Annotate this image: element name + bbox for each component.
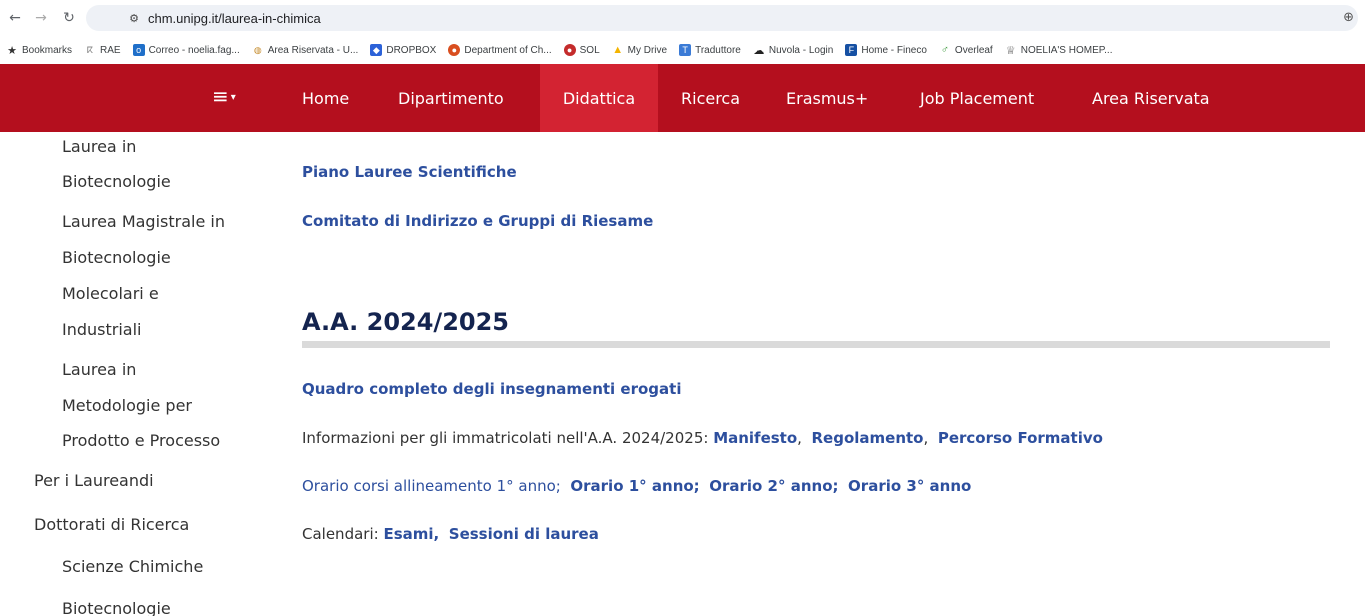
- bookmark-item[interactable]: ♕ NOELIA'S HOMEP...: [1005, 44, 1113, 57]
- outlook-icon: o: [132, 44, 145, 56]
- sidebar-item-magistrale-biotecnologie[interactable]: Biotecnologie: [62, 248, 171, 268]
- link-orario-3-anno[interactable]: Orario 3° anno: [848, 477, 971, 495]
- sidebar-item-laureandi[interactable]: Per i Laureandi: [34, 471, 154, 491]
- bookmark-label: My Drive: [627, 44, 668, 56]
- bookmark-item[interactable]: T Traduttore: [679, 44, 741, 56]
- link-sessioni-laurea[interactable]: Sessioni di laurea: [449, 525, 599, 543]
- separator: ,: [797, 429, 802, 447]
- address-bar[interactable]: ⚙ chm.unipg.it/laurea-in-chimica ⊕: [86, 5, 1358, 31]
- back-arrow-icon[interactable]: ←: [4, 7, 26, 29]
- browser-toolbar: ← → ↻ ⚙ chm.unipg.it/laurea-in-chimica ⊕: [0, 0, 1365, 36]
- sidebar-item-laurea-biotecnologie[interactable]: Biotecnologie: [62, 172, 171, 192]
- site-settings-icon[interactable]: ⚙: [126, 10, 142, 26]
- bookmark-item[interactable]: ▲ My Drive: [612, 44, 667, 56]
- separator: ,: [923, 429, 929, 447]
- nav-item-dipartimento[interactable]: Dipartimento: [398, 64, 504, 132]
- bookmark-label: RAE: [100, 44, 121, 56]
- zoom-icon[interactable]: ⊕: [1343, 10, 1354, 25]
- link-comitato[interactable]: Comitato di Indirizzo e Gruppi di Riesam…: [302, 212, 653, 230]
- sidebar: Laurea in Biotecnologie Laurea Magistral…: [0, 132, 270, 616]
- bookmark-item[interactable]: ☁ Nuvola - Login: [753, 44, 834, 57]
- bookmark-label: Nuvola - Login: [768, 44, 834, 56]
- reload-icon[interactable]: ↻: [58, 7, 80, 29]
- rae-icon: ⴽ: [86, 44, 94, 55]
- bookmark-label: DROPBOX: [386, 44, 437, 56]
- bookmark-item[interactable]: ● SOL: [563, 44, 600, 56]
- bookmark-label: SOL: [579, 44, 600, 56]
- nav-item-ricerca[interactable]: Ricerca: [681, 64, 740, 132]
- bookmark-label: Department of Ch...: [464, 44, 552, 56]
- sidebar-item-biotecnologie[interactable]: Biotecnologie: [62, 599, 171, 616]
- bookmark-label: Home - Fineco: [861, 44, 927, 56]
- sidebar-item-magistrale-biotecnologie[interactable]: Industriali: [62, 320, 141, 340]
- nav-item-home[interactable]: Home: [302, 64, 349, 132]
- bookmark-item[interactable]: ◍ Area Riservata - U...: [252, 44, 359, 56]
- sidebar-item-laurea-metodologie[interactable]: Prodotto e Processo: [62, 431, 220, 451]
- dropbox-icon: ◆: [370, 44, 383, 56]
- sol-icon: ●: [563, 44, 576, 56]
- star-icon: ★: [7, 44, 17, 57]
- bookmark-label: Traduttore: [695, 44, 741, 56]
- bookmark-item[interactable]: ★ Bookmarks: [6, 44, 73, 57]
- sidebar-item-scienze-chimiche[interactable]: Scienze Chimiche: [62, 557, 203, 577]
- department-icon: ●: [448, 44, 461, 56]
- sidebar-item-laurea-biotecnologie[interactable]: Laurea in: [62, 137, 136, 157]
- sidebar-item-laurea-metodologie[interactable]: Metodologie per: [62, 396, 192, 416]
- bookmark-item[interactable]: ⴽ RAE: [84, 44, 121, 56]
- forward-arrow-icon[interactable]: →: [30, 7, 52, 29]
- link-manifesto[interactable]: Manifesto: [713, 429, 797, 447]
- sidebar-item-magistrale-biotecnologie[interactable]: Laurea Magistrale in: [62, 212, 225, 232]
- bookmark-label: NOELIA'S HOMEP...: [1020, 44, 1113, 56]
- bookmark-label: Correo - noelia.fag...: [148, 44, 240, 56]
- nav-item-area-riservata[interactable]: Area Riservata: [1092, 64, 1210, 132]
- fineco-icon: F: [845, 44, 858, 56]
- link-orario-1-anno[interactable]: Orario 1° anno;: [570, 477, 699, 495]
- caret-down-icon: ▾: [230, 91, 236, 103]
- cloud-icon: ☁: [753, 44, 765, 57]
- link-piano-lauree[interactable]: Piano Lauree Scientifiche: [302, 163, 517, 181]
- bookmark-item[interactable]: ● Department of Ch...: [448, 44, 552, 56]
- link-orario-allineamento[interactable]: Orario corsi allineamento 1° anno;: [302, 477, 561, 495]
- translate-icon: T: [679, 44, 692, 56]
- drive-icon: ▲: [612, 44, 624, 56]
- heading-divider: [302, 341, 1330, 348]
- overleaf-icon: ♂: [940, 44, 950, 56]
- sidebar-item-dottorati[interactable]: Dottorati di Ricerca: [34, 515, 189, 535]
- unipg-icon: ◍: [253, 44, 262, 55]
- main-navigation: ≡ ▾ Home Dipartimento Didattica Ricerca E…: [0, 64, 1365, 132]
- link-esami[interactable]: Esami,: [383, 525, 439, 543]
- bookmark-label: Bookmarks: [22, 44, 73, 56]
- page-heading: A.A. 2024/2025: [302, 308, 509, 336]
- bookmark-item[interactable]: o Correo - noelia.fag...: [132, 44, 240, 56]
- nav-item-erasmus[interactable]: Erasmus+: [786, 64, 868, 132]
- calendari-label: Calendari:: [302, 525, 384, 543]
- link-regolamento[interactable]: Regolamento: [812, 429, 924, 447]
- bookmark-item[interactable]: F Home - Fineco: [845, 44, 927, 56]
- menu-toggle-button[interactable]: ≡ ▾: [212, 86, 236, 108]
- nav-item-job-placement[interactable]: Job Placement: [920, 64, 1034, 132]
- bookmark-label: Overleaf: [954, 44, 993, 56]
- sidebar-item-magistrale-biotecnologie[interactable]: Molecolari e: [62, 284, 159, 304]
- nav-item-didattica[interactable]: Didattica: [540, 64, 658, 132]
- homepage-icon: ♕: [1005, 44, 1016, 57]
- link-quadro-insegnamenti[interactable]: Quadro completo degli insegnamenti eroga…: [302, 380, 681, 398]
- hamburger-icon: ≡: [212, 84, 229, 108]
- bookmark-label: Area Riservata - U...: [267, 44, 359, 56]
- link-orario-2-anno[interactable]: Orario 2° anno;: [709, 477, 838, 495]
- bookmarks-bar: ★ Bookmarks ⴽ RAE o Correo - noelia.fag... …: [0, 36, 1365, 64]
- bookmark-item[interactable]: ♂ Overleaf: [939, 44, 993, 56]
- url-text[interactable]: chm.unipg.it/laurea-in-chimica: [148, 11, 321, 26]
- bookmark-item[interactable]: ◆ DROPBOX: [370, 44, 436, 56]
- sidebar-item-laurea-metodologie[interactable]: Laurea in: [62, 360, 136, 380]
- info-immatricolati-text: Informazioni per gli immatricolati nell'…: [302, 429, 714, 447]
- link-percorso-formativo[interactable]: Percorso Formativo: [938, 429, 1103, 447]
